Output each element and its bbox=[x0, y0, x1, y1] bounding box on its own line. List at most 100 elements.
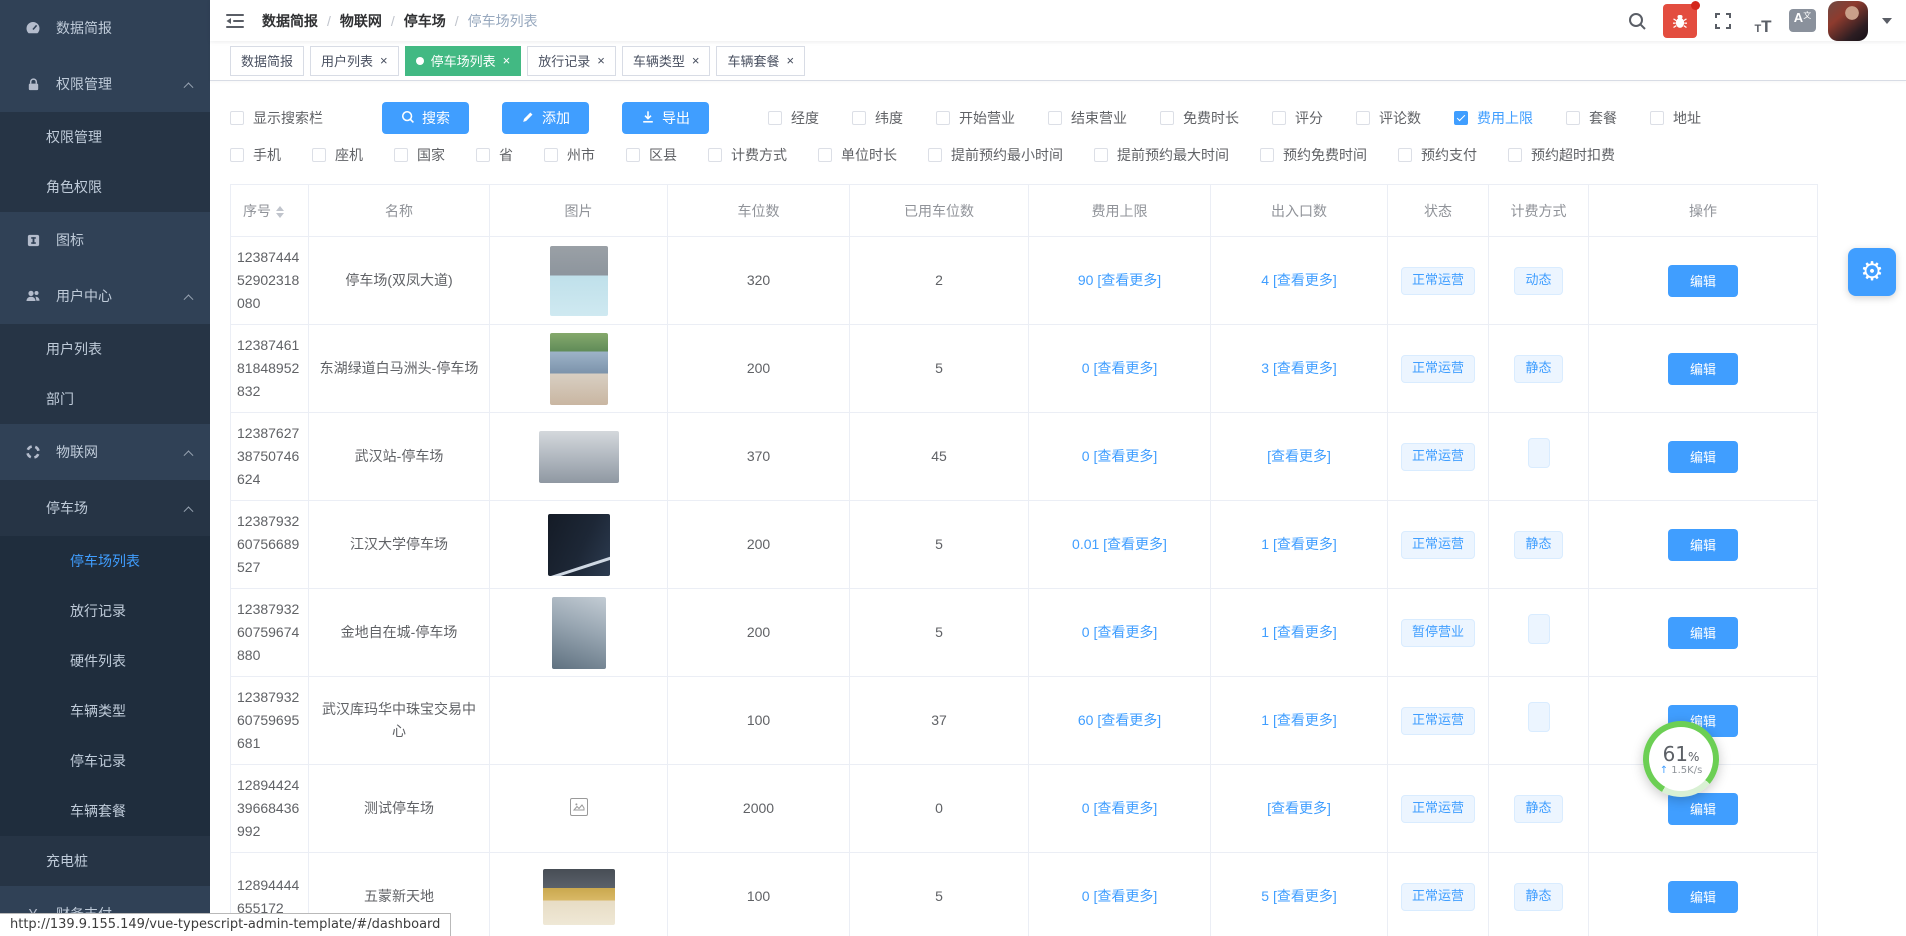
view-more-link[interactable]: [查看更多] bbox=[1267, 800, 1331, 816]
filter-checkbox-row2-7[interactable]: 单位时长 bbox=[818, 145, 897, 165]
app-window: 数据简报 权限管理 权限管理 角色权限 图标 用户中心 bbox=[0, 0, 1906, 936]
view-more-link[interactable]: 0 [查看更多] bbox=[1082, 624, 1157, 640]
cell-photo bbox=[490, 413, 668, 501]
filter-checkbox-row2-9[interactable]: 提前预约最大时间 bbox=[1094, 145, 1229, 165]
spaces-value: 2000 bbox=[743, 800, 774, 816]
toolbar-add-button[interactable]: 添加 bbox=[502, 102, 589, 134]
filter-checkbox-row1-5[interactable]: 评分 bbox=[1272, 108, 1323, 128]
caret-down-icon[interactable] bbox=[1882, 18, 1892, 24]
sidebar-item-user-list[interactable]: 用户列表 bbox=[0, 324, 210, 374]
view-more-link[interactable]: 0 [查看更多] bbox=[1082, 360, 1157, 376]
view-more-link[interactable]: 3 [查看更多] bbox=[1261, 360, 1336, 376]
breadcrumb-item[interactable]: 数据简报 bbox=[262, 11, 318, 31]
tab-close-icon[interactable]: × bbox=[503, 54, 511, 67]
view-more-link[interactable]: 1 [查看更多] bbox=[1261, 712, 1336, 728]
tab-6[interactable]: 车辆套餐× bbox=[716, 46, 805, 76]
toolbar-export-button[interactable]: 导出 bbox=[622, 102, 709, 134]
view-more-link[interactable]: 1 [查看更多] bbox=[1261, 536, 1336, 552]
edit-button[interactable]: 编辑 bbox=[1668, 265, 1738, 297]
edit-button[interactable]: 编辑 bbox=[1668, 441, 1738, 473]
filter-checkbox-row2-4[interactable]: 州市 bbox=[544, 145, 595, 165]
sidebar-item-vehicle-type[interactable]: 车辆类型 bbox=[0, 686, 210, 736]
settings-gear-button[interactable]: ⚙ bbox=[1848, 248, 1896, 296]
edit-button[interactable]: 编辑 bbox=[1668, 353, 1738, 385]
edit-button[interactable]: 编辑 bbox=[1668, 793, 1738, 825]
sidebar-item-role-permission[interactable]: 角色权限 bbox=[0, 162, 210, 212]
filter-checkbox-row2-10[interactable]: 预约免费时间 bbox=[1260, 145, 1367, 165]
view-more-link[interactable]: 0.01 [查看更多] bbox=[1072, 536, 1167, 552]
view-more-link[interactable]: 90 [查看更多] bbox=[1078, 272, 1161, 288]
view-more-link[interactable]: 0 [查看更多] bbox=[1082, 888, 1157, 904]
filter-checkbox-row1-9[interactable]: 地址 bbox=[1650, 108, 1701, 128]
view-more-link[interactable]: 60 [查看更多] bbox=[1078, 712, 1161, 728]
filter-checkbox-row2-3[interactable]: 省 bbox=[476, 145, 513, 165]
sort-carets-icon[interactable] bbox=[276, 206, 284, 218]
cell-status: 正常运营 bbox=[1388, 237, 1489, 325]
view-more-link[interactable]: 0 [查看更多] bbox=[1082, 800, 1157, 816]
translate-icon[interactable]: A文 bbox=[1789, 9, 1816, 32]
sidebar-item-charging-pile[interactable]: 充电桩 bbox=[0, 836, 210, 886]
sidebar-item-pass-records[interactable]: 放行记录 bbox=[0, 586, 210, 636]
sidebar-item-parking-records[interactable]: 停车记录 bbox=[0, 736, 210, 786]
spaces-value: 200 bbox=[747, 624, 770, 640]
column-header-label: 名称 bbox=[385, 203, 413, 219]
filter-checkbox-row1-1[interactable]: 纬度 bbox=[852, 108, 903, 128]
cell-id: 1238793260756689527 bbox=[231, 501, 309, 589]
filter-checkbox-row2-0[interactable]: 手机 bbox=[230, 145, 281, 165]
font-size-icon[interactable]: TT bbox=[1749, 7, 1777, 35]
filter-checkbox-row2-2[interactable]: 国家 bbox=[394, 145, 445, 165]
filter-checkbox-row1-2[interactable]: 开始营业 bbox=[936, 108, 1015, 128]
filter-checkbox-row2-6[interactable]: 计费方式 bbox=[708, 145, 787, 165]
sidebar-item-icons[interactable]: 图标 bbox=[0, 212, 210, 268]
sidebar-item-iot[interactable]: 物联网 bbox=[0, 424, 210, 480]
filter-checkbox-show-search[interactable]: 显示搜索栏 bbox=[230, 108, 323, 128]
filter-checkbox-row1-4[interactable]: 免费时长 bbox=[1160, 108, 1239, 128]
filter-checkbox-row1-6[interactable]: 评论数 bbox=[1356, 108, 1421, 128]
tab-close-icon[interactable]: × bbox=[786, 54, 794, 67]
sidebar-item-dashboard[interactable]: 数据简报 bbox=[0, 0, 210, 56]
tab-4[interactable]: 放行记录× bbox=[527, 46, 616, 76]
view-more-link[interactable]: 4 [查看更多] bbox=[1261, 272, 1336, 288]
filter-checkbox-row2-5[interactable]: 区县 bbox=[626, 145, 677, 165]
table-row: 1238762738750746624武汉站-停车场370450 [查看更多][… bbox=[231, 413, 1818, 501]
filter-checkbox-row2-12[interactable]: 预约超时扣费 bbox=[1508, 145, 1615, 165]
tab-5[interactable]: 车辆类型× bbox=[622, 46, 711, 76]
toolbar-search-button[interactable]: 搜索 bbox=[382, 102, 469, 134]
edit-button[interactable]: 编辑 bbox=[1668, 529, 1738, 561]
tab-3[interactable]: 停车场列表× bbox=[405, 46, 522, 76]
sidebar-item-permission-management[interactable]: 权限管理 bbox=[0, 112, 210, 162]
edit-button[interactable]: 编辑 bbox=[1668, 617, 1738, 649]
view-more-link[interactable]: 1 [查看更多] bbox=[1261, 624, 1336, 640]
bug-report-icon[interactable] bbox=[1663, 4, 1697, 38]
sidebar-item-parking-list[interactable]: 停车场列表 bbox=[0, 536, 210, 586]
filter-checkbox-row2-11[interactable]: 预约支付 bbox=[1398, 145, 1477, 165]
sidebar-item-user-center[interactable]: 用户中心 bbox=[0, 268, 210, 324]
sidebar-toggle-icon[interactable] bbox=[224, 10, 246, 32]
user-avatar[interactable] bbox=[1828, 1, 1868, 41]
filter-checkbox-row1-8[interactable]: 套餐 bbox=[1566, 108, 1617, 128]
tab-close-icon[interactable]: × bbox=[380, 54, 388, 67]
filter-checkbox-row1-7[interactable]: 费用上限 bbox=[1454, 108, 1533, 128]
tab-close-icon[interactable]: × bbox=[692, 54, 700, 67]
sidebar-item-vehicle-package[interactable]: 车辆套餐 bbox=[0, 786, 210, 836]
filter-checkbox-row1-3[interactable]: 结束营业 bbox=[1048, 108, 1127, 128]
search-icon[interactable] bbox=[1623, 7, 1651, 35]
tab-2[interactable]: 用户列表× bbox=[310, 46, 399, 76]
sidebar-item-hardware-list[interactable]: 硬件列表 bbox=[0, 636, 210, 686]
filter-checkbox-row1-0[interactable]: 经度 bbox=[768, 108, 819, 128]
breadcrumb-item[interactable]: 物联网 bbox=[340, 11, 382, 31]
page-content: 显示搜索栏 搜索 添加 导出 经度 纬度 开始营业 结束营业 免费时长 评分 评论数 费用上限 套餐 地址… bbox=[210, 81, 1906, 936]
edit-button[interactable]: 编辑 bbox=[1668, 881, 1738, 913]
view-more-link[interactable]: [查看更多] bbox=[1267, 448, 1331, 464]
filter-checkbox-row2-8[interactable]: 提前预约最小时间 bbox=[928, 145, 1063, 165]
filter-checkbox-row2-1[interactable]: 座机 bbox=[312, 145, 363, 165]
sidebar-item-department[interactable]: 部门 bbox=[0, 374, 210, 424]
fullscreen-icon[interactable] bbox=[1709, 7, 1737, 35]
tab-1[interactable]: 数据简报 bbox=[230, 46, 304, 76]
breadcrumb-item[interactable]: 停车场 bbox=[404, 11, 446, 31]
view-more-link[interactable]: 0 [查看更多] bbox=[1082, 448, 1157, 464]
sidebar-item-parking[interactable]: 停车场 bbox=[0, 480, 210, 536]
view-more-link[interactable]: 5 [查看更多] bbox=[1261, 888, 1336, 904]
tab-close-icon[interactable]: × bbox=[597, 54, 605, 67]
sidebar-item-permission-group[interactable]: 权限管理 bbox=[0, 56, 210, 112]
